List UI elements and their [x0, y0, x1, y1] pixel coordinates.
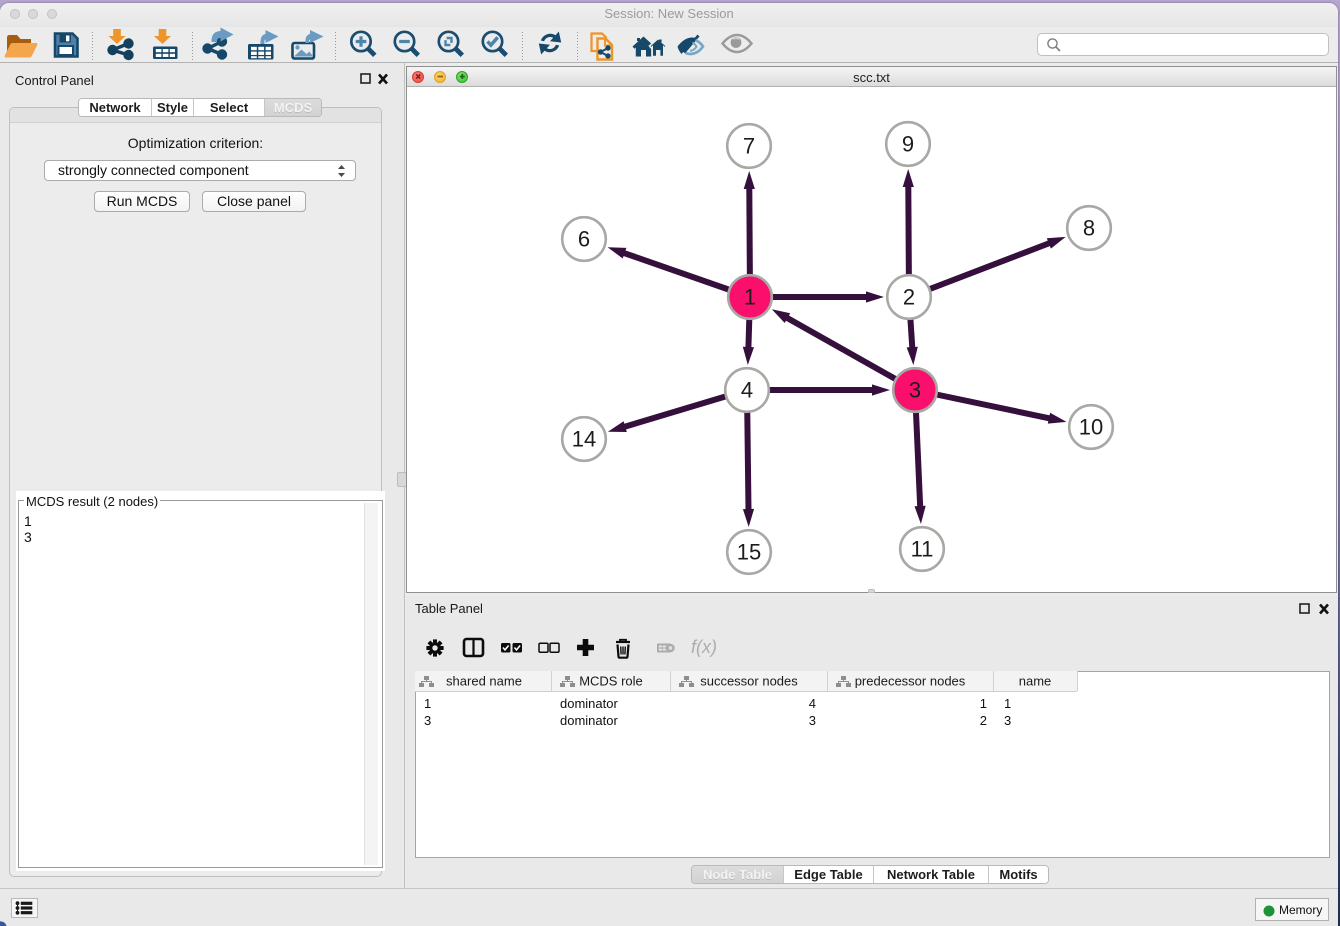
svg-text:3: 3 — [424, 713, 431, 728]
svg-text:3: 3 — [1004, 713, 1011, 728]
svg-text:shared name: shared name — [446, 674, 522, 689]
svg-text:dominator: dominator — [560, 713, 618, 728]
svg-text:1: 1 — [980, 696, 987, 711]
svg-text:successor nodes: successor nodes — [700, 674, 798, 689]
svg-text:2: 2 — [903, 285, 915, 310]
svg-text:predecessor nodes: predecessor nodes — [855, 674, 966, 689]
svg-text:name: name — [1019, 674, 1052, 689]
svg-text:3: 3 — [809, 713, 816, 728]
svg-text:15: 15 — [737, 540, 761, 565]
svg-text:11: 11 — [911, 537, 934, 562]
svg-text:1: 1 — [1004, 696, 1011, 711]
svg-text:14: 14 — [572, 427, 596, 452]
svg-text:9: 9 — [902, 132, 914, 157]
svg-text:7: 7 — [743, 134, 755, 159]
svg-text:dominator: dominator — [560, 696, 618, 711]
svg-text:6: 6 — [578, 227, 590, 252]
svg-text:8: 8 — [1083, 216, 1095, 241]
svg-text:f(x): f(x) — [691, 637, 717, 657]
svg-text:MCDS role: MCDS role — [579, 674, 643, 689]
svg-text:3: 3 — [909, 378, 921, 403]
svg-text:1: 1 — [744, 285, 756, 310]
svg-text:4: 4 — [741, 378, 753, 403]
svg-text:4: 4 — [809, 696, 816, 711]
svg-text:2: 2 — [980, 713, 987, 728]
svg-text:1: 1 — [424, 696, 431, 711]
svg-text:10: 10 — [1079, 415, 1103, 440]
